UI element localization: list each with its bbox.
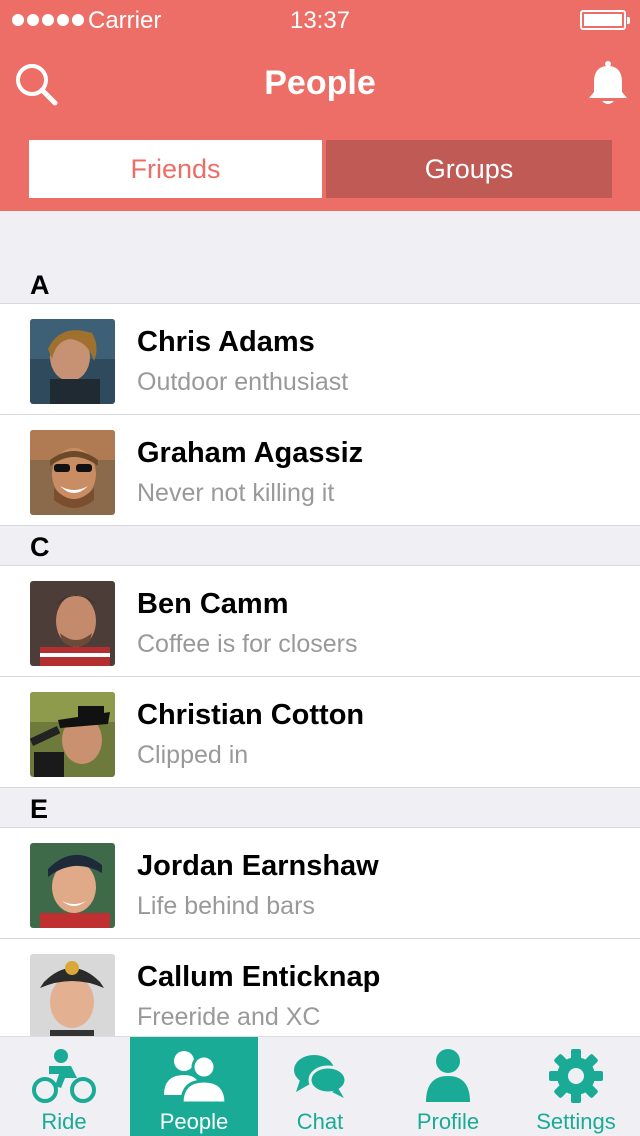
tab-label: People <box>159 1109 229 1134</box>
clock: 13:37 <box>289 7 351 34</box>
tab-label: Settings <box>536 1109 616 1134</box>
person-name: Ben Camm <box>137 588 289 620</box>
tab-profile[interactable]: Profile <box>384 1037 512 1136</box>
tab-settings[interactable]: Settings <box>512 1037 640 1136</box>
person-name: Chris Adams <box>137 326 315 358</box>
list-item[interactable]: Jordan Earnshaw Life behind bars <box>0 828 640 939</box>
tab-label: Chat <box>296 1109 344 1134</box>
bell-icon <box>589 61 627 104</box>
tab-label: Ride <box>41 1109 87 1134</box>
header: Carrier 13:37 People Friends Groups <box>0 0 640 211</box>
list-item[interactable]: Callum Enticknap Freeride and XC <box>0 939 640 1050</box>
tab-bar: Ride People Chat Profile Settings <box>0 1036 640 1136</box>
avatar <box>30 692 115 777</box>
people-list: A Chris Adams Outdoor enthusiast Graham … <box>0 264 640 1050</box>
avatar <box>30 954 115 1039</box>
person-status: Clipped in <box>137 741 249 769</box>
tab-people[interactable]: People <box>130 1037 258 1136</box>
segment-friends[interactable]: Friends <box>29 140 322 198</box>
person-name: Graham Agassiz <box>137 437 364 469</box>
person-icon <box>426 1049 470 1102</box>
list-item[interactable]: Christian Cotton Clipped in <box>0 677 640 788</box>
avatar <box>30 430 115 515</box>
section-header: E <box>0 788 640 828</box>
person-status: Never not killing it <box>137 479 335 507</box>
battery-icon <box>580 10 630 30</box>
notifications-button[interactable] <box>586 60 630 108</box>
segmented-control: Friends Groups <box>29 140 612 198</box>
avatar <box>30 319 115 404</box>
person-name: Christian Cotton <box>137 699 365 731</box>
section-header: A <box>0 264 640 304</box>
tab-label: Profile <box>416 1109 480 1134</box>
cyclist-icon <box>32 1049 96 1103</box>
chat-bubbles-icon <box>294 1055 348 1098</box>
person-status: Outdoor enthusiast <box>137 368 349 396</box>
list-item[interactable]: Ben Camm Coffee is for closers <box>0 566 640 677</box>
segment-groups[interactable]: Groups <box>326 140 612 198</box>
tab-ride[interactable]: Ride <box>0 1037 128 1136</box>
person-name: Jordan Earnshaw <box>137 850 379 882</box>
avatar <box>30 581 115 666</box>
gear-icon <box>549 1049 603 1103</box>
page-title: People <box>264 64 376 102</box>
list-item[interactable]: Graham Agassiz Never not killing it <box>0 415 640 526</box>
person-status: Freeride and XC <box>137 1003 321 1031</box>
avatar <box>30 843 115 928</box>
section-header: C <box>0 526 640 566</box>
people-icon <box>164 1051 226 1105</box>
tab-chat[interactable]: Chat <box>256 1037 384 1136</box>
person-status: Coffee is for closers <box>137 630 358 658</box>
person-status: Life behind bars <box>137 892 315 920</box>
person-name: Callum Enticknap <box>137 961 381 993</box>
status-bar: Carrier 13:37 <box>0 0 640 40</box>
list-item[interactable]: Chris Adams Outdoor enthusiast <box>0 304 640 415</box>
